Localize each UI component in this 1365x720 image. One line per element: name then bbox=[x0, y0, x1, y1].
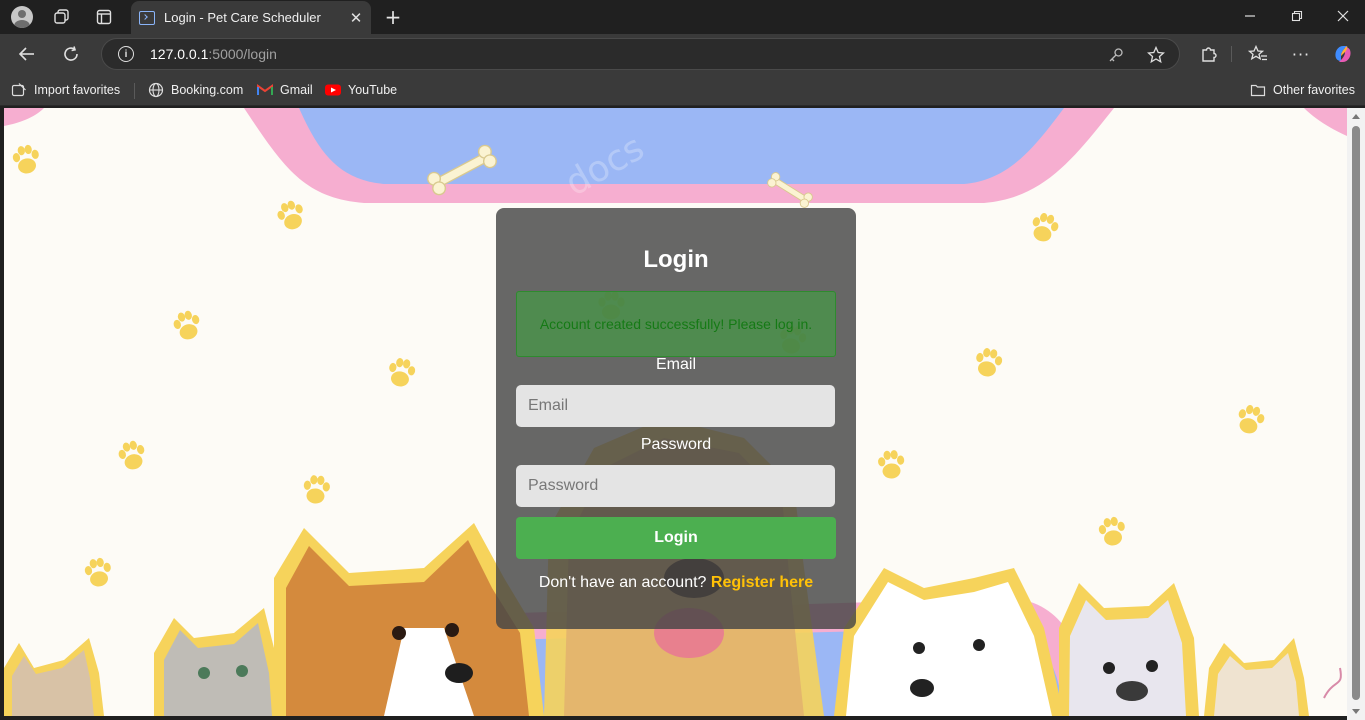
bookmark-label: Gmail bbox=[280, 83, 313, 97]
bookmark-import-favorites[interactable]: Import favorites bbox=[11, 80, 120, 100]
vertical-tabs-button[interactable] bbox=[92, 6, 116, 28]
youtube-icon bbox=[325, 82, 341, 98]
url-text: 127.0.0.1:5000/login bbox=[150, 46, 277, 62]
address-bar[interactable]: i 127.0.0.1:5000/login bbox=[101, 38, 1180, 70]
tab-title: Login - Pet Care Scheduler bbox=[164, 10, 321, 25]
refresh-icon bbox=[64, 46, 78, 61]
bookmark-label: Import favorites bbox=[34, 83, 121, 97]
login-button[interactable]: Login bbox=[516, 517, 836, 559]
bookmark-label: Booking.com bbox=[171, 83, 244, 97]
workspaces-button[interactable] bbox=[50, 6, 74, 28]
password-label: Password bbox=[640, 436, 712, 453]
restore-button[interactable] bbox=[1287, 6, 1307, 26]
favorite-star-icon[interactable] bbox=[1147, 46, 1165, 64]
minimize-button[interactable] bbox=[1240, 6, 1260, 26]
scroll-up-arrow-icon[interactable] bbox=[1352, 114, 1360, 119]
bookmark-other-favorites[interactable]: Other favorites bbox=[1250, 80, 1355, 100]
terminal-favicon-icon bbox=[139, 10, 155, 25]
profile-button[interactable] bbox=[8, 4, 36, 30]
back-button[interactable] bbox=[16, 43, 38, 65]
email-field[interactable] bbox=[516, 385, 835, 427]
refresh-button[interactable] bbox=[60, 43, 82, 65]
more-dots-icon: ··· bbox=[1291, 44, 1311, 64]
copilot-button[interactable] bbox=[1331, 42, 1355, 66]
tab-active[interactable]: Login - Pet Care Scheduler ✕ bbox=[131, 1, 371, 34]
favorites-button[interactable] bbox=[1247, 43, 1269, 65]
gmail-icon bbox=[257, 82, 273, 98]
toolbar-divider bbox=[1231, 46, 1232, 62]
arrow-left-icon bbox=[18, 47, 34, 61]
register-link[interactable]: Register here bbox=[711, 574, 813, 591]
folder-icon bbox=[1250, 82, 1266, 98]
import-icon bbox=[11, 82, 27, 98]
new-tab-button[interactable]: + bbox=[381, 5, 405, 29]
bookmark-label: Other favorites bbox=[1273, 83, 1355, 97]
email-label: Email bbox=[655, 356, 696, 373]
bookmark-booking[interactable]: Booking.com bbox=[148, 80, 243, 100]
password-field[interactable] bbox=[516, 465, 835, 507]
register-prompt-text: Don't have an account? bbox=[538, 574, 707, 591]
bookmark-youtube[interactable]: YouTube bbox=[325, 80, 397, 100]
bookmark-label: YouTube bbox=[348, 83, 398, 97]
url-path: :5000/login bbox=[208, 46, 277, 62]
plus-icon: + bbox=[384, 5, 402, 29]
page-scrollbar[interactable] bbox=[1347, 108, 1365, 720]
bookmark-gmail[interactable]: Gmail bbox=[257, 80, 313, 100]
close-tab-icon[interactable]: ✕ bbox=[345, 7, 367, 29]
key-icon[interactable] bbox=[1107, 46, 1125, 64]
browser-toolbar: i 127.0.0.1:5000/login ··· bbox=[0, 34, 1365, 74]
scrollbar-thumb[interactable] bbox=[1352, 126, 1360, 700]
tab-strip: Login - Pet Care Scheduler ✕ + bbox=[0, 0, 1365, 34]
tab-actions-icon bbox=[96, 9, 112, 25]
profile-avatar-icon bbox=[11, 6, 33, 28]
site-info-icon[interactable]: i bbox=[118, 46, 134, 62]
page-viewport: docs Login Account created successfully!… bbox=[4, 108, 1347, 716]
close-icon bbox=[1337, 10, 1349, 22]
scroll-down-arrow-icon[interactable] bbox=[1352, 709, 1360, 714]
close-window-button[interactable] bbox=[1333, 6, 1353, 26]
page-title: Login bbox=[643, 246, 709, 273]
register-prompt-line: Don't have an account? Register here bbox=[496, 574, 856, 592]
login-card: Login Account created successfully! Plea… bbox=[496, 208, 856, 629]
extensions-button[interactable] bbox=[1198, 43, 1220, 65]
favorites-bar: Import favorites Booking.com Gmail YouTu… bbox=[0, 74, 1365, 106]
bookmarks-divider bbox=[134, 83, 135, 99]
workspaces-icon bbox=[54, 9, 69, 24]
url-host: 127.0.0.1 bbox=[150, 46, 209, 62]
copilot-icon bbox=[1335, 46, 1351, 62]
globe-icon bbox=[148, 82, 164, 98]
settings-menu-button[interactable]: ··· bbox=[1290, 43, 1312, 65]
restore-icon bbox=[1291, 10, 1303, 22]
success-flash-message: Account created successfully! Please log… bbox=[516, 291, 836, 357]
minimize-icon bbox=[1245, 15, 1255, 17]
favorites-list-icon bbox=[1248, 45, 1267, 61]
puzzle-icon bbox=[1202, 47, 1217, 62]
